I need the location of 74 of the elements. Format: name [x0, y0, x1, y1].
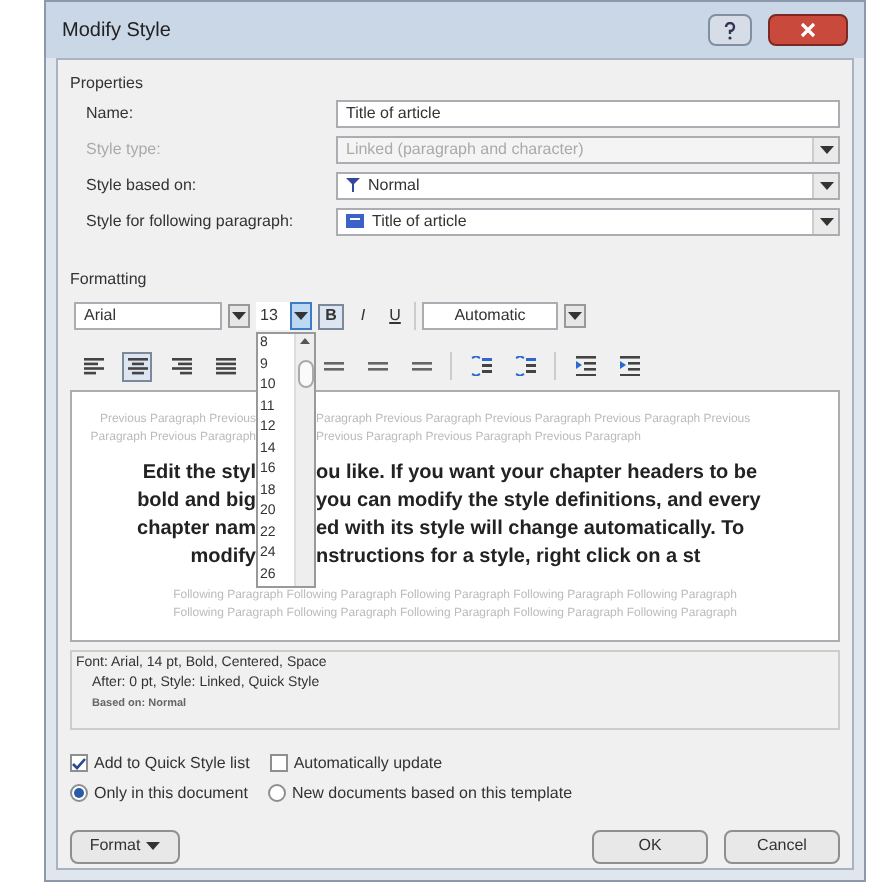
dropdown-arrow-icon [819, 217, 833, 225]
close-button[interactable] [768, 14, 848, 46]
checkbox[interactable] [269, 754, 288, 772]
paragraph-style-icon [346, 178, 360, 192]
dropdown-button[interactable] [812, 137, 838, 161]
radio-label: New documents based on this template [291, 781, 573, 805]
align-center-icon [127, 357, 147, 375]
caret-icon [146, 842, 161, 850]
linked-style-icon [346, 214, 364, 228]
name-field[interactable]: Title of article [336, 99, 840, 127]
italic-button[interactable]: I [350, 303, 376, 329]
help-icon [724, 21, 736, 39]
preview-text: chapter nam [135, 516, 256, 544]
spacing-button[interactable] [510, 351, 540, 381]
preview-text: ed with its style will change automatically. To [316, 516, 745, 544]
preview-text: bold and big [135, 488, 256, 516]
dropdown-arrow-icon [232, 312, 246, 320]
paragraph-spacing-icon [514, 356, 536, 376]
ok-button[interactable]: OK [592, 829, 708, 863]
radio-button[interactable] [70, 784, 88, 802]
indent-icon [619, 356, 639, 376]
field-label: Style type: [86, 137, 163, 161]
font-size-field[interactable]: 13 [256, 302, 290, 330]
checkbox-label: Automatically update [293, 751, 443, 775]
color-dropdown[interactable]: Automatic [422, 302, 558, 330]
scrollbar[interactable] [294, 334, 314, 586]
preview-text: modify [188, 544, 256, 572]
dropdown-arrow-icon [568, 312, 582, 320]
dropdown-field[interactable]: Normal [336, 171, 840, 199]
radio-button[interactable] [267, 784, 286, 802]
preview-text: Edit the styl [140, 460, 256, 488]
close-icon [800, 22, 816, 38]
indent-icon [575, 356, 595, 376]
dropdown-arrow-icon [819, 145, 833, 153]
scroll-thumb[interactable] [297, 360, 313, 388]
indent-button[interactable] [570, 351, 600, 381]
check-icon [72, 757, 86, 769]
format-button[interactable]: Format [70, 829, 180, 863]
section-heading: Formatting [70, 268, 147, 292]
field-label: Name: [86, 101, 136, 125]
dropdown-button[interactable] [812, 173, 838, 197]
help-button[interactable] [708, 14, 752, 46]
line-spacing-icon [367, 358, 387, 374]
dropdown-button[interactable] [290, 302, 312, 330]
align-left-icon [83, 357, 103, 375]
dropdown-button[interactable] [812, 209, 838, 233]
cancel-button[interactable]: Cancel [724, 829, 840, 863]
dropdown-button[interactable] [228, 304, 250, 328]
dropdown-field[interactable]: Title of article [336, 207, 840, 235]
line-spacing-icon [323, 358, 343, 374]
preview-text: you can modify the style definitions, and every [316, 488, 761, 516]
radio-label: Only in this document [94, 781, 248, 805]
spacing-button[interactable] [466, 351, 496, 381]
align-button[interactable] [122, 351, 152, 381]
underline-button[interactable]: U [382, 303, 408, 329]
field-label: Style for following paragraph: [86, 209, 296, 233]
paragraph-spacing-icon [470, 356, 492, 376]
field-label: Style based on: [86, 173, 199, 197]
preview-text: ou like. If you want your chapter headers to be [316, 460, 758, 488]
dropdown-arrow-icon [294, 312, 308, 320]
scroll-up-icon [300, 338, 310, 344]
font-dropdown[interactable]: Arial [74, 302, 222, 330]
section-heading: Properties [70, 72, 143, 96]
window-title: Modify Style [62, 17, 171, 45]
bold-button[interactable]: B [318, 303, 344, 329]
dropdown-button[interactable] [564, 304, 586, 328]
justify-icon [215, 357, 235, 375]
dropdown-arrow-icon [819, 181, 833, 189]
checkbox-label: Add to Quick Style list [94, 751, 250, 775]
line-spacing-icon [411, 358, 431, 374]
indent-button[interactable] [614, 351, 644, 381]
preview-text: nstructions for a style, right click on a st [316, 544, 701, 572]
align-right-icon [171, 357, 191, 375]
checkbox[interactable] [70, 754, 88, 772]
